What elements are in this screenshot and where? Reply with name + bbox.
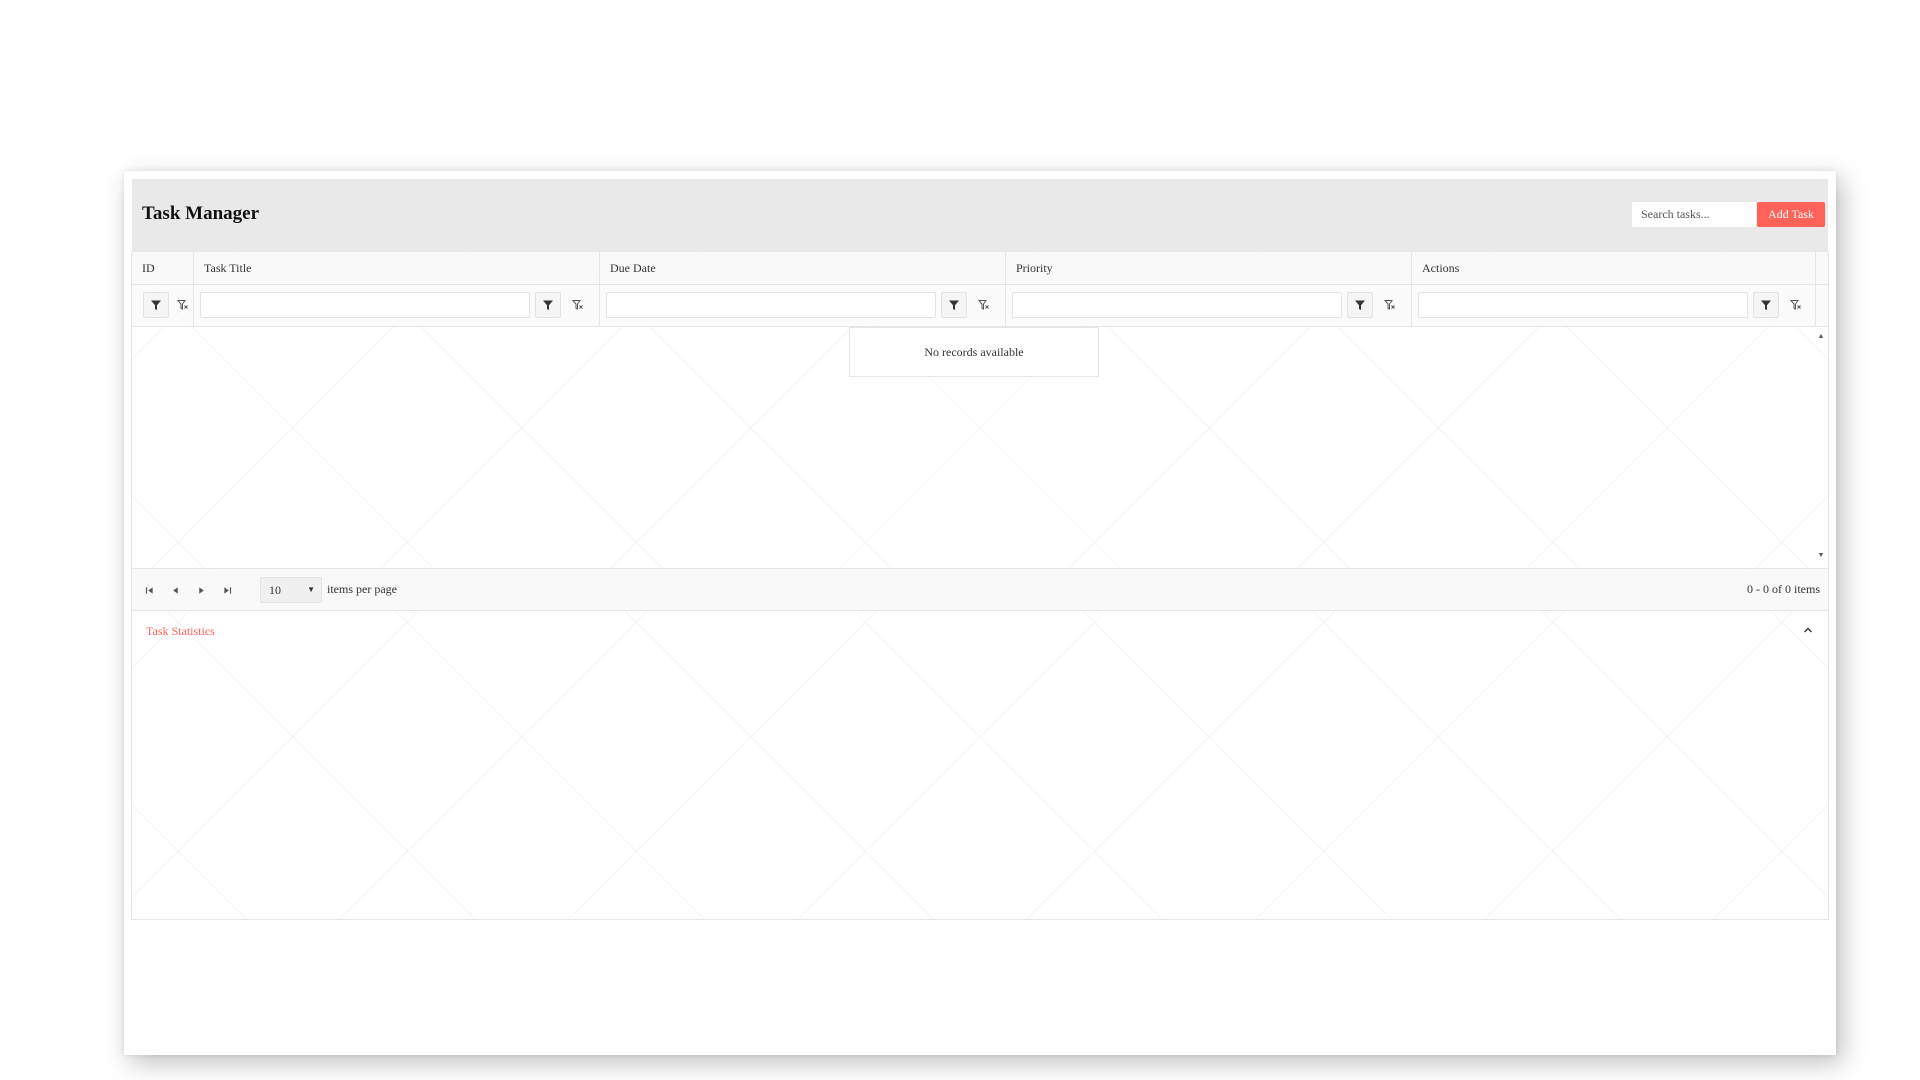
- grid-header: ID Task Title Due Date Priority Actions: [132, 252, 1828, 285]
- scroll-down-arrow-icon[interactable]: ▼: [1814, 549, 1828, 561]
- next-page-button[interactable]: [192, 581, 210, 599]
- filter-icon: [543, 300, 553, 310]
- filter-button[interactable]: [941, 292, 967, 318]
- filter-button[interactable]: [143, 292, 169, 318]
- no-records-message: No records available: [849, 327, 1099, 377]
- filter-button[interactable]: [535, 292, 561, 318]
- filter-cell-task-title: [194, 285, 600, 326]
- filter-input-actions[interactable]: [1418, 292, 1748, 318]
- filter-cell-actions: [1412, 285, 1816, 326]
- chevron-down-icon: ▼: [307, 585, 315, 594]
- clear-filter-icon: [177, 300, 188, 310]
- task-statistics-panel: Task Statistics: [131, 611, 1829, 920]
- app-window: Task Manager Add Task ID Task Title Due …: [124, 171, 1836, 1055]
- pager: 10 ▼ items per page 0 - 0 of 0 items: [132, 568, 1828, 610]
- first-page-icon: [145, 586, 153, 594]
- page-size-value: 10: [269, 583, 281, 597]
- clear-filter-button[interactable]: [1377, 292, 1403, 318]
- column-header-due-date[interactable]: Due Date: [600, 252, 1006, 284]
- task-grid: ID Task Title Due Date Priority Actions: [131, 251, 1829, 611]
- filter-input-due-date[interactable]: [606, 292, 936, 318]
- column-header-task-title[interactable]: Task Title: [194, 252, 600, 284]
- filter-icon: [1355, 300, 1365, 310]
- last-page-button[interactable]: [218, 581, 236, 599]
- filter-icon: [1761, 300, 1771, 310]
- task-statistics-title: Task Statistics: [146, 624, 215, 638]
- grid-body[interactable]: No records available ▲ ▼: [132, 327, 1828, 567]
- filter-icon: [949, 300, 959, 310]
- items-per-page-label: items per page: [327, 582, 397, 596]
- previous-page-button[interactable]: [166, 581, 184, 599]
- clear-filter-icon: [572, 300, 583, 310]
- filter-input-priority[interactable]: [1012, 292, 1342, 318]
- filter-cell-due-date: [600, 285, 1006, 326]
- scroll-up-arrow-icon[interactable]: ▲: [1814, 330, 1828, 342]
- column-header-actions[interactable]: Actions: [1412, 252, 1816, 284]
- clear-filter-icon: [1384, 300, 1395, 310]
- clear-filter-button[interactable]: [565, 292, 591, 318]
- filter-icon: [151, 300, 161, 310]
- filter-row: [132, 285, 1828, 327]
- clear-filter-button[interactable]: [1783, 292, 1809, 318]
- header-bar: Task Manager Add Task: [132, 179, 1828, 251]
- clear-filter-icon: [978, 300, 989, 310]
- filter-button[interactable]: [1347, 292, 1373, 318]
- column-header-priority[interactable]: Priority: [1006, 252, 1412, 284]
- first-page-button[interactable]: [140, 581, 158, 599]
- previous-page-icon: [172, 586, 178, 594]
- clear-filter-button[interactable]: [971, 292, 997, 318]
- search-input[interactable]: [1632, 202, 1756, 227]
- pager-info: 0 - 0 of 0 items: [1747, 582, 1820, 596]
- clear-filter-icon: [1790, 300, 1801, 310]
- last-page-icon: [223, 586, 231, 594]
- task-statistics-header[interactable]: Task Statistics: [132, 611, 1828, 651]
- filter-input-task-title[interactable]: [200, 292, 530, 318]
- chevron-up-icon[interactable]: [1802, 624, 1814, 636]
- add-task-button[interactable]: Add Task: [1757, 202, 1825, 227]
- filter-cell-id: [132, 285, 194, 326]
- page-size-dropdown[interactable]: 10 ▼: [260, 577, 322, 603]
- column-header-id[interactable]: ID: [132, 252, 194, 284]
- app-title: Task Manager: [142, 203, 260, 224]
- filter-cell-priority: [1006, 285, 1412, 326]
- clear-filter-button[interactable]: [170, 292, 196, 318]
- filter-button[interactable]: [1753, 292, 1779, 318]
- next-page-icon: [198, 586, 204, 594]
